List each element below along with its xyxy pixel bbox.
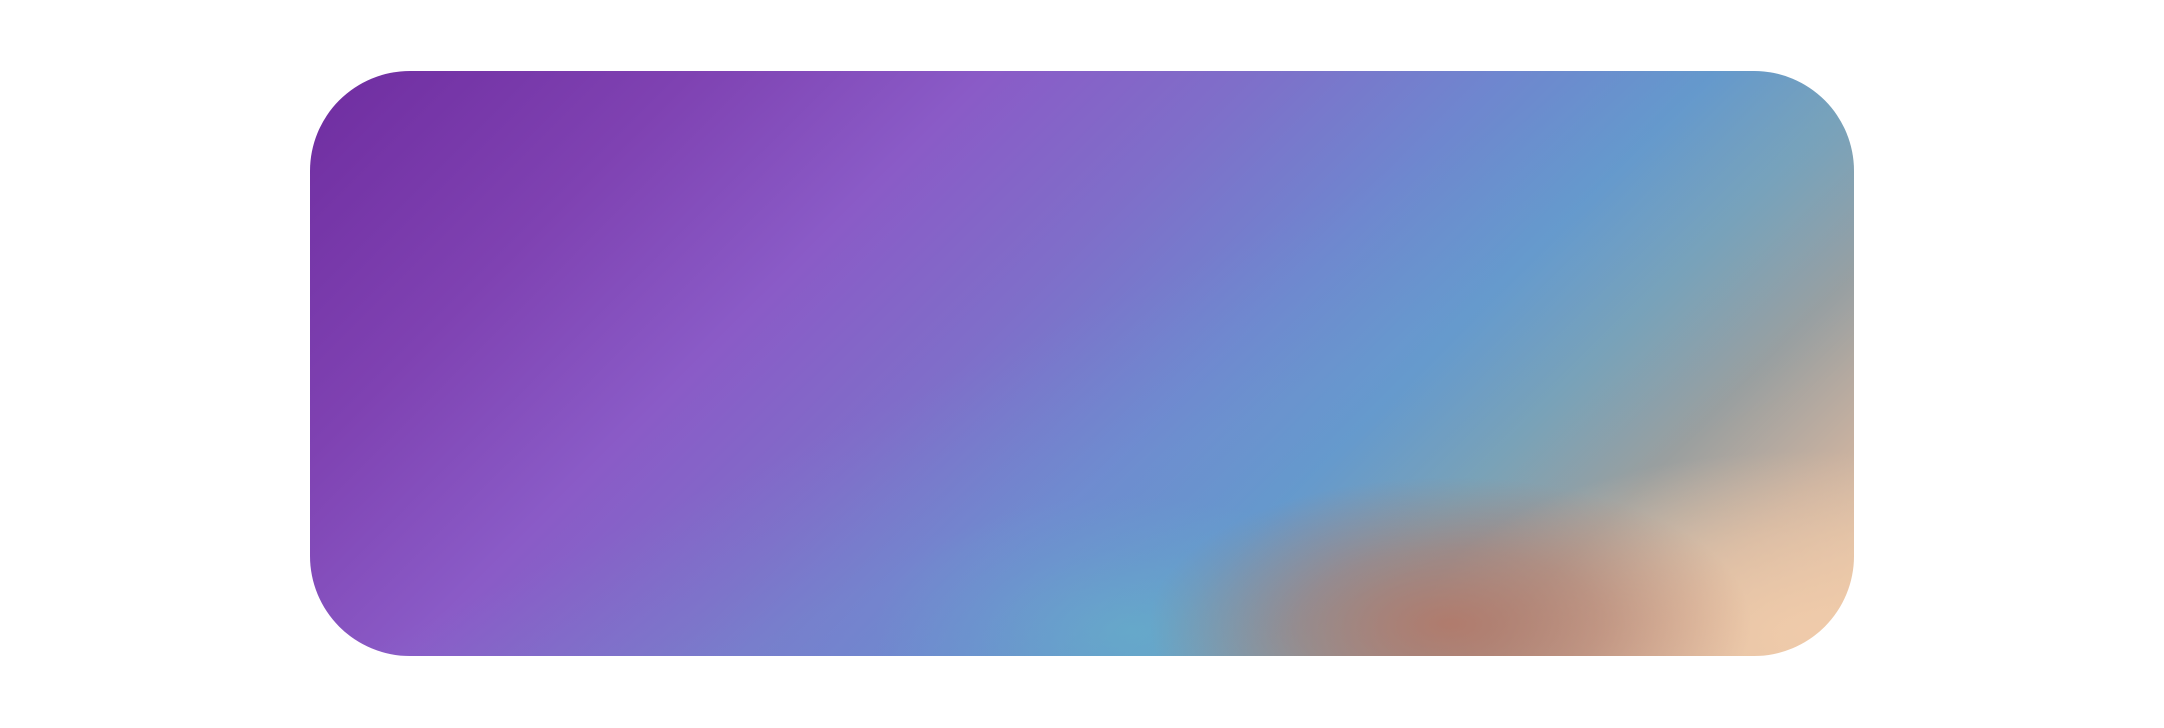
gradient-card xyxy=(310,71,1854,656)
page xyxy=(0,0,2164,728)
